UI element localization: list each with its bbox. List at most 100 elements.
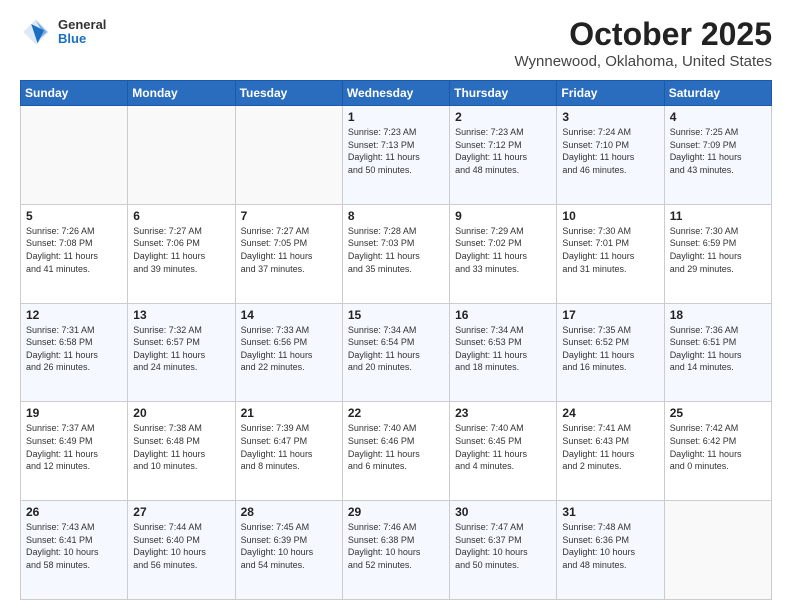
day-info: Sunrise: 7:47 AM Sunset: 6:37 PM Dayligh… bbox=[455, 521, 551, 571]
calendar-cell: 10 Sunrise: 7:30 AM Sunset: 7:01 PM Dayli… bbox=[557, 204, 664, 303]
day-info: Sunrise: 7:37 AM Sunset: 6:49 PM Dayligh… bbox=[26, 422, 122, 472]
day-info: Sunrise: 7:33 AM Sunset: 6:56 PM Dayligh… bbox=[241, 324, 337, 374]
logo-blue-text: Blue bbox=[58, 32, 106, 46]
day-info: Sunrise: 7:32 AM Sunset: 6:57 PM Dayligh… bbox=[133, 324, 229, 374]
day-number: 22 bbox=[348, 406, 444, 420]
day-number: 11 bbox=[670, 209, 766, 223]
day-number: 10 bbox=[562, 209, 658, 223]
calendar-table: SundayMondayTuesdayWednesdayThursdayFrid… bbox=[20, 80, 772, 600]
day-info: Sunrise: 7:43 AM Sunset: 6:41 PM Dayligh… bbox=[26, 521, 122, 571]
day-info: Sunrise: 7:36 AM Sunset: 6:51 PM Dayligh… bbox=[670, 324, 766, 374]
calendar-cell: 24Sunrise: 7:41 AM Sunset: 6:43 PM Dayli… bbox=[557, 402, 664, 501]
day-info: Sunrise: 7:35 AM Sunset: 6:52 PM Dayligh… bbox=[562, 324, 658, 374]
calendar-cell: 18 Sunrise: 7:36 AM Sunset: 6:51 PM Dayli… bbox=[664, 303, 771, 402]
day-number: 7 bbox=[241, 209, 337, 223]
calendar-cell bbox=[21, 106, 128, 205]
day-info: Sunrise: 7:24 AM Sunset: 7:10 PM Dayligh… bbox=[562, 126, 658, 176]
day-info: Sunrise: 7:34 AM Sunset: 6:54 PM Dayligh… bbox=[348, 324, 444, 374]
day-number: 8 bbox=[348, 209, 444, 223]
calendar-cell: 19 Sunrise: 7:37 AM Sunset: 6:49 PM Dayli… bbox=[21, 402, 128, 501]
calendar-cell: 4 Sunrise: 7:25 AM Sunset: 7:09 PM Daylig… bbox=[664, 106, 771, 205]
logo: General Blue bbox=[20, 16, 106, 48]
calendar-cell: 11 Sunrise: 7:30 AM Sunset: 6:59 PM Dayli… bbox=[664, 204, 771, 303]
calendar-cell: 28Sunrise: 7:45 AM Sunset: 6:39 PM Dayli… bbox=[235, 501, 342, 600]
calendar-week-row: 1 Sunrise: 7:23 AM Sunset: 7:13 PM Daylig… bbox=[21, 106, 772, 205]
day-info: Sunrise: 7:23 AM Sunset: 7:12 PM Dayligh… bbox=[455, 126, 551, 176]
weekday-header-friday: Friday bbox=[557, 81, 664, 106]
calendar-cell bbox=[128, 106, 235, 205]
day-number: 19 bbox=[26, 406, 122, 420]
weekday-header-tuesday: Tuesday bbox=[235, 81, 342, 106]
day-info: Sunrise: 7:40 AM Sunset: 6:46 PM Dayligh… bbox=[348, 422, 444, 472]
day-info: Sunrise: 7:28 AM Sunset: 7:03 PM Dayligh… bbox=[348, 225, 444, 275]
calendar-cell: 3 Sunrise: 7:24 AM Sunset: 7:10 PM Daylig… bbox=[557, 106, 664, 205]
weekday-header-row: SundayMondayTuesdayWednesdayThursdayFrid… bbox=[21, 81, 772, 106]
calendar-cell: 26 Sunrise: 7:43 AM Sunset: 6:41 PM Dayli… bbox=[21, 501, 128, 600]
day-info: Sunrise: 7:44 AM Sunset: 6:40 PM Dayligh… bbox=[133, 521, 229, 571]
day-number: 20 bbox=[133, 406, 229, 420]
calendar-cell bbox=[664, 501, 771, 600]
calendar-week-row: 12Sunrise: 7:31 AM Sunset: 6:58 PM Dayli… bbox=[21, 303, 772, 402]
day-number: 16 bbox=[455, 308, 551, 322]
calendar-cell: 9Sunrise: 7:29 AM Sunset: 7:02 PM Daylig… bbox=[450, 204, 557, 303]
day-info: Sunrise: 7:23 AM Sunset: 7:13 PM Dayligh… bbox=[348, 126, 444, 176]
calendar-cell: 6 Sunrise: 7:27 AM Sunset: 7:06 PM Daylig… bbox=[128, 204, 235, 303]
day-number: 26 bbox=[26, 505, 122, 519]
header: General Blue October 2025 Wynnewood, Okl… bbox=[20, 16, 772, 70]
day-number: 6 bbox=[133, 209, 229, 223]
calendar-cell: 1 Sunrise: 7:23 AM Sunset: 7:13 PM Daylig… bbox=[342, 106, 449, 205]
calendar-cell: 17 Sunrise: 7:35 AM Sunset: 6:52 PM Dayli… bbox=[557, 303, 664, 402]
calendar-cell: 31 Sunrise: 7:48 AM Sunset: 6:36 PM Dayli… bbox=[557, 501, 664, 600]
weekday-header-wednesday: Wednesday bbox=[342, 81, 449, 106]
day-info: Sunrise: 7:27 AM Sunset: 7:06 PM Dayligh… bbox=[133, 225, 229, 275]
logo-general-text: General bbox=[58, 18, 106, 32]
calendar-week-row: 19 Sunrise: 7:37 AM Sunset: 6:49 PM Dayli… bbox=[21, 402, 772, 501]
day-number: 17 bbox=[562, 308, 658, 322]
day-info: Sunrise: 7:31 AM Sunset: 6:58 PM Dayligh… bbox=[26, 324, 122, 374]
logo-icon bbox=[20, 16, 52, 48]
day-info: Sunrise: 7:29 AM Sunset: 7:02 PM Dayligh… bbox=[455, 225, 551, 275]
day-number: 1 bbox=[348, 110, 444, 124]
day-number: 14 bbox=[241, 308, 337, 322]
weekday-header-thursday: Thursday bbox=[450, 81, 557, 106]
weekday-header-saturday: Saturday bbox=[664, 81, 771, 106]
day-info: Sunrise: 7:45 AM Sunset: 6:39 PM Dayligh… bbox=[241, 521, 337, 571]
calendar-cell: 2 Sunrise: 7:23 AM Sunset: 7:12 PM Daylig… bbox=[450, 106, 557, 205]
day-number: 3 bbox=[562, 110, 658, 124]
day-info: Sunrise: 7:26 AM Sunset: 7:08 PM Dayligh… bbox=[26, 225, 122, 275]
day-number: 2 bbox=[455, 110, 551, 124]
calendar-cell: 20 Sunrise: 7:38 AM Sunset: 6:48 PM Dayli… bbox=[128, 402, 235, 501]
calendar-cell: 22 Sunrise: 7:40 AM Sunset: 6:46 PM Dayli… bbox=[342, 402, 449, 501]
day-number: 23 bbox=[455, 406, 551, 420]
day-number: 21 bbox=[241, 406, 337, 420]
day-number: 25 bbox=[670, 406, 766, 420]
day-info: Sunrise: 7:30 AM Sunset: 6:59 PM Dayligh… bbox=[670, 225, 766, 275]
calendar-cell: 8 Sunrise: 7:28 AM Sunset: 7:03 PM Daylig… bbox=[342, 204, 449, 303]
day-number: 30 bbox=[455, 505, 551, 519]
day-info: Sunrise: 7:48 AM Sunset: 6:36 PM Dayligh… bbox=[562, 521, 658, 571]
calendar-cell: 16 Sunrise: 7:34 AM Sunset: 6:53 PM Dayli… bbox=[450, 303, 557, 402]
day-number: 4 bbox=[670, 110, 766, 124]
day-info: Sunrise: 7:30 AM Sunset: 7:01 PM Dayligh… bbox=[562, 225, 658, 275]
calendar-cell: 30 Sunrise: 7:47 AM Sunset: 6:37 PM Dayli… bbox=[450, 501, 557, 600]
calendar-week-row: 5Sunrise: 7:26 AM Sunset: 7:08 PM Daylig… bbox=[21, 204, 772, 303]
day-number: 13 bbox=[133, 308, 229, 322]
calendar-cell: 13 Sunrise: 7:32 AM Sunset: 6:57 PM Dayli… bbox=[128, 303, 235, 402]
calendar-cell: 25Sunrise: 7:42 AM Sunset: 6:42 PM Dayli… bbox=[664, 402, 771, 501]
calendar-cell: 7 Sunrise: 7:27 AM Sunset: 7:05 PM Daylig… bbox=[235, 204, 342, 303]
weekday-header-monday: Monday bbox=[128, 81, 235, 106]
day-number: 18 bbox=[670, 308, 766, 322]
day-number: 31 bbox=[562, 505, 658, 519]
day-number: 15 bbox=[348, 308, 444, 322]
day-info: Sunrise: 7:40 AM Sunset: 6:45 PM Dayligh… bbox=[455, 422, 551, 472]
calendar-cell: 23 Sunrise: 7:40 AM Sunset: 6:45 PM Dayli… bbox=[450, 402, 557, 501]
day-info: Sunrise: 7:34 AM Sunset: 6:53 PM Dayligh… bbox=[455, 324, 551, 374]
day-info: Sunrise: 7:41 AM Sunset: 6:43 PM Dayligh… bbox=[562, 422, 658, 472]
day-info: Sunrise: 7:27 AM Sunset: 7:05 PM Dayligh… bbox=[241, 225, 337, 275]
day-number: 27 bbox=[133, 505, 229, 519]
logo-text: General Blue bbox=[58, 18, 106, 47]
day-info: Sunrise: 7:38 AM Sunset: 6:48 PM Dayligh… bbox=[133, 422, 229, 472]
calendar-cell bbox=[235, 106, 342, 205]
day-info: Sunrise: 7:25 AM Sunset: 7:09 PM Dayligh… bbox=[670, 126, 766, 176]
calendar-cell: 5Sunrise: 7:26 AM Sunset: 7:08 PM Daylig… bbox=[21, 204, 128, 303]
